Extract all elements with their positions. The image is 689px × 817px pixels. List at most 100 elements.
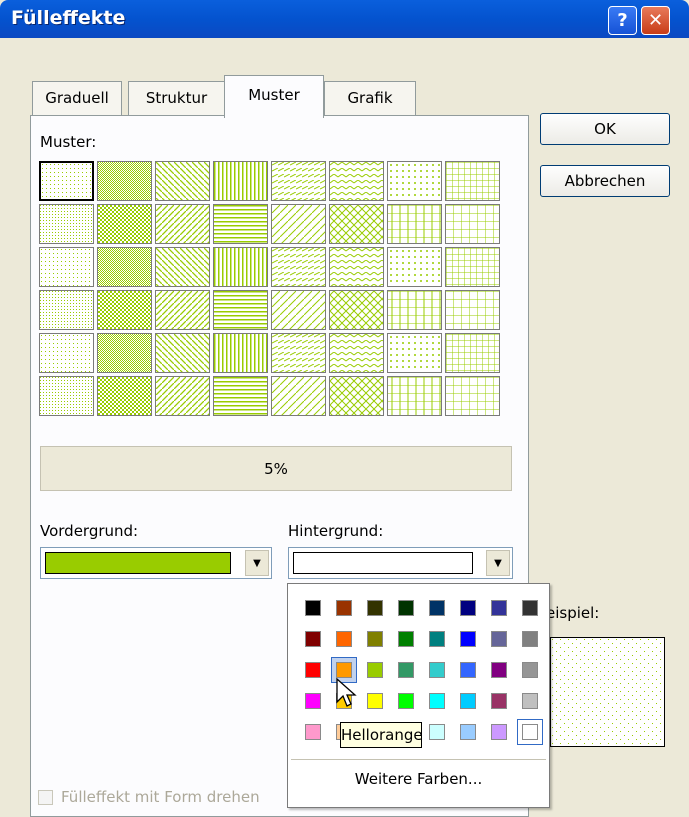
color-cell[interactable] [460, 724, 476, 740]
pattern-swatch[interactable] [155, 161, 210, 201]
pattern-swatch[interactable] [329, 204, 384, 244]
color-cell[interactable] [429, 693, 445, 709]
close-button[interactable]: ✕ [641, 6, 670, 35]
pattern-swatch[interactable] [445, 247, 500, 287]
color-cell[interactable] [491, 662, 507, 678]
pattern-swatch[interactable] [155, 290, 210, 330]
color-cell[interactable] [491, 724, 507, 740]
pattern-swatch[interactable] [39, 333, 94, 373]
pattern-swatch[interactable] [155, 247, 210, 287]
color-cell[interactable] [305, 600, 321, 616]
pattern-swatch[interactable] [387, 161, 442, 201]
color-cell[interactable] [429, 600, 445, 616]
more-colors-button[interactable]: Weitere Farben... [288, 770, 549, 788]
pattern-swatch[interactable] [387, 333, 442, 373]
color-cell[interactable] [305, 662, 321, 678]
pattern-swatch[interactable] [445, 161, 500, 201]
color-cell[interactable] [460, 662, 476, 678]
pattern-swatch[interactable] [387, 204, 442, 244]
chevron-down-icon[interactable]: ▼ [245, 550, 269, 576]
color-cell[interactable] [522, 631, 538, 647]
pattern-swatch[interactable] [445, 333, 500, 373]
color-cell[interactable] [367, 693, 383, 709]
color-cell[interactable] [336, 631, 352, 647]
color-cell[interactable] [305, 693, 321, 709]
color-cell[interactable] [522, 600, 538, 616]
pattern-swatch[interactable] [271, 333, 326, 373]
pattern-swatch[interactable] [213, 290, 268, 330]
rotate-with-shape-checkbox[interactable]: Fülleffekt mit Form drehen [38, 788, 260, 806]
pattern-swatch[interactable] [213, 161, 268, 201]
pattern-swatch[interactable] [39, 161, 94, 201]
pattern-swatch[interactable] [445, 290, 500, 330]
tab-graduell[interactable]: Graduell [32, 81, 122, 115]
color-cell[interactable] [460, 600, 476, 616]
color-cell[interactable] [367, 662, 383, 678]
color-cell[interactable] [491, 600, 507, 616]
pattern-swatch[interactable] [97, 333, 152, 373]
pattern-swatch[interactable] [445, 204, 500, 244]
color-cell[interactable] [491, 693, 507, 709]
pattern-swatch[interactable] [387, 376, 442, 416]
tab-muster[interactable]: Muster [224, 75, 324, 118]
pattern-swatch[interactable] [155, 376, 210, 416]
pattern-swatch[interactable] [445, 376, 500, 416]
pattern-swatch[interactable] [97, 161, 152, 201]
pattern-swatch[interactable] [329, 161, 384, 201]
pattern-swatch[interactable] [329, 333, 384, 373]
color-cell[interactable] [429, 724, 445, 740]
chevron-down-icon[interactable]: ▼ [486, 550, 510, 576]
color-cell[interactable] [429, 631, 445, 647]
color-cell[interactable] [336, 600, 352, 616]
color-picker-popup: Weitere Farben... [287, 583, 550, 808]
help-button[interactable]: ? [608, 6, 637, 35]
pattern-swatch[interactable] [329, 290, 384, 330]
pattern-swatch[interactable] [155, 204, 210, 244]
color-cell[interactable] [398, 600, 414, 616]
pattern-swatch[interactable] [97, 204, 152, 244]
pattern-swatch[interactable] [97, 376, 152, 416]
color-cell[interactable] [522, 662, 538, 678]
pattern-swatch[interactable] [39, 290, 94, 330]
pattern-swatch[interactable] [387, 290, 442, 330]
color-cell[interactable] [336, 662, 352, 678]
color-cell[interactable] [305, 631, 321, 647]
color-cell[interactable] [460, 693, 476, 709]
color-cell[interactable] [367, 631, 383, 647]
tab-grafik[interactable]: Grafik [324, 81, 416, 115]
color-cell[interactable] [398, 662, 414, 678]
color-cell[interactable] [367, 600, 383, 616]
pattern-swatch[interactable] [155, 333, 210, 373]
pattern-swatch[interactable] [329, 247, 384, 287]
pattern-swatch[interactable] [329, 376, 384, 416]
pattern-swatch[interactable] [271, 376, 326, 416]
pattern-swatch[interactable] [271, 247, 326, 287]
foreground-color-dropdown[interactable]: ▼ [40, 547, 272, 579]
pattern-swatch[interactable] [387, 247, 442, 287]
pattern-swatch[interactable] [271, 204, 326, 244]
color-cell[interactable] [460, 631, 476, 647]
color-cell[interactable] [491, 631, 507, 647]
color-cell[interactable] [522, 693, 538, 709]
color-cell[interactable] [522, 724, 538, 740]
pattern-swatch[interactable] [97, 247, 152, 287]
pattern-swatch[interactable] [213, 333, 268, 373]
pattern-swatch[interactable] [39, 204, 94, 244]
ok-button[interactable]: OK [540, 113, 670, 145]
color-cell[interactable] [398, 693, 414, 709]
checkbox-box[interactable] [38, 789, 53, 805]
background-color-dropdown[interactable]: ▼ [288, 547, 513, 579]
pattern-swatch[interactable] [271, 290, 326, 330]
pattern-swatch[interactable] [39, 376, 94, 416]
pattern-swatch[interactable] [271, 161, 326, 201]
pattern-swatch[interactable] [39, 247, 94, 287]
pattern-swatch[interactable] [213, 204, 268, 244]
color-cell[interactable] [305, 724, 321, 740]
pattern-swatch[interactable] [97, 290, 152, 330]
pattern-swatch[interactable] [213, 376, 268, 416]
cancel-button[interactable]: Abbrechen [540, 165, 670, 197]
tab-struktur[interactable]: Struktur [128, 81, 225, 115]
pattern-swatch[interactable] [213, 247, 268, 287]
color-cell[interactable] [398, 631, 414, 647]
color-cell[interactable] [429, 662, 445, 678]
